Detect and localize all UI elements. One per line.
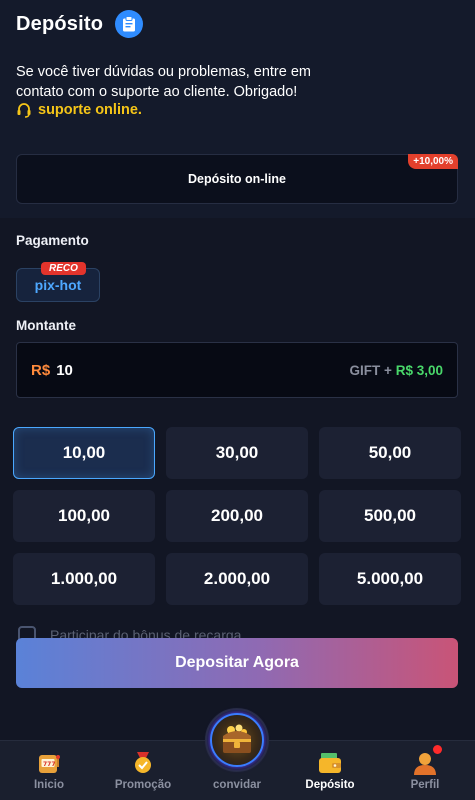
info-line-2: contato com o suporte ao cliente. Obriga… [16,84,298,100]
nav-item-promo[interactable]: Promoção [98,741,188,800]
user-icon [412,745,442,775]
nav-item-profile[interactable]: Perfil [380,741,470,800]
amount-options: 10,00 30,00 50,00 100,00 200,00 500,00 1… [13,427,461,605]
support-online-link[interactable]: suporte online. [16,100,142,120]
deposit-now-button[interactable]: Depositar Agora [16,638,458,688]
slot-machine-icon: 777 [36,751,62,775]
recommended-badge: RECO [41,262,86,275]
nav-label-invite: convidar [213,779,261,791]
nav-label-home: Inicio [33,779,65,791]
amount-input[interactable]: R$ 10 GIFT + R$ 3,00 [16,342,458,398]
gift-bonus: GIFT + R$ 3,00 [350,363,443,378]
amount-label: Montante [16,318,76,333]
nav-item-deposit[interactable]: Depósito [285,741,375,800]
gift-value: R$ 3,00 [395,362,443,378]
currency-symbol: R$ [31,361,51,379]
support-link-label: suporte online. [38,102,142,118]
nav-label-profile: Perfil [410,779,440,791]
page-title: Depósito [16,12,104,35]
amount-option[interactable]: 10,00 [13,427,155,479]
amount-option[interactable]: 200,00 [166,490,308,542]
amount-option[interactable]: 50,00 [319,427,461,479]
invite-center-button[interactable] [205,708,269,772]
payment-option-pix-hot[interactable]: RECO pix-hot [16,262,100,302]
svg-text:777: 777 [43,761,56,768]
amount-option[interactable]: 100,00 [13,490,155,542]
amount-option[interactable]: 500,00 [319,490,461,542]
wallet-icon [317,751,343,775]
notification-dot [433,745,442,754]
gift-label: GIFT + [349,362,392,378]
nav-item-home[interactable]: 777 Inicio [4,741,94,800]
treasure-chest-icon [210,713,264,767]
amount-option[interactable]: 30,00 [166,427,308,479]
payment-option-label: pix-hot [34,277,82,293]
bonus-percent-badge: +10,00% [408,154,458,169]
payment-label: Pagamento [16,233,89,248]
clipboard-icon[interactable] [115,10,144,38]
info-line-1: Se você tiver dúvidas ou problemas, entr… [16,64,311,80]
amount-value: 10 [56,361,73,379]
amount-option[interactable]: 2.000,00 [166,553,308,605]
deposit-method-tab[interactable]: Depósito on-line +10,00% [16,154,458,204]
amount-option[interactable]: 5.000,00 [319,553,461,605]
nav-label-deposit: Depósito [305,779,355,791]
page-header: Depósito [16,10,144,38]
medal-icon [130,751,156,775]
deposit-method-label: Depósito on-line [188,172,286,186]
headset-icon [17,103,31,118]
nav-label-promo: Promoção [114,779,172,791]
support-info: Se você tiver dúvidas ou problemas, entr… [16,62,456,102]
amount-option[interactable]: 1.000,00 [13,553,155,605]
